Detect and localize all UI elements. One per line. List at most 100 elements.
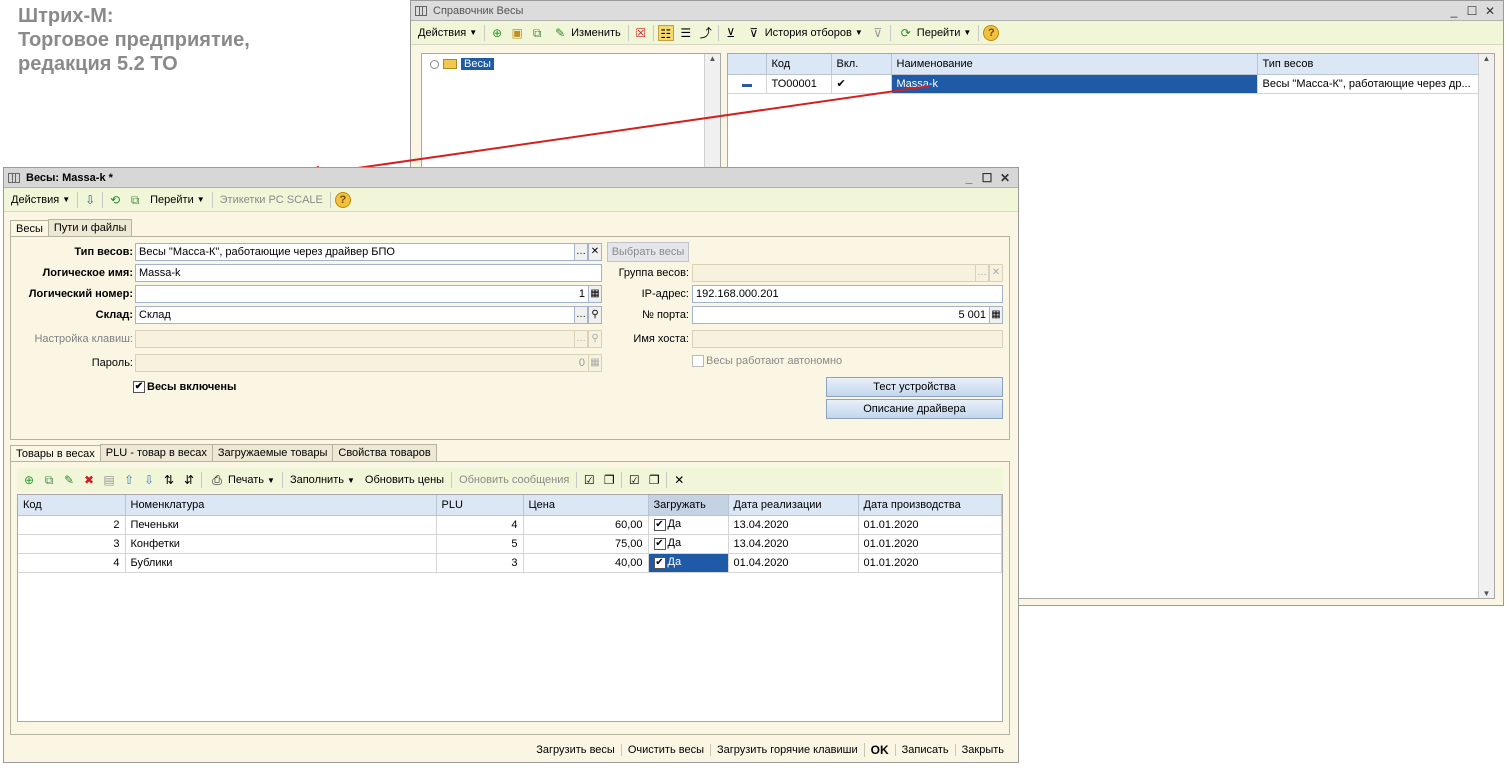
- pencil-icon[interactable]: ✎: [61, 472, 77, 488]
- cell-production-date[interactable]: 01.01.2020: [858, 534, 1002, 554]
- close-button[interactable]: Закрыть: [954, 744, 1010, 756]
- check-all-icon[interactable]: ☑: [581, 472, 597, 488]
- autonomous-checkbox[interactable]: Весы работают автономно: [692, 355, 842, 368]
- table-row[interactable]: 4 Бублики 3 40,00 ✔ Да 01.04.2020 01.01.2…: [18, 553, 1002, 573]
- cell-plu[interactable]: 5: [436, 534, 524, 554]
- cell-plu[interactable]: 3: [436, 553, 524, 573]
- ok-button[interactable]: OK: [863, 743, 895, 757]
- table-row[interactable]: 2 Печеньки 4 60,00 ✔ Да 13.04.2020 01.01.…: [18, 515, 1002, 535]
- catalog-history-button[interactable]: ⊽ История отборов ▼: [743, 23, 866, 43]
- warehouse-field[interactable]: Склад: [135, 306, 575, 324]
- scroll-down-icon[interactable]: ▼: [1479, 589, 1494, 598]
- password-field[interactable]: 0: [135, 354, 589, 372]
- type-field[interactable]: Весы "Масса-К", работающие через драйвер…: [135, 243, 575, 261]
- sort-asc-icon[interactable]: ⇅: [161, 472, 177, 488]
- select-dots-icon[interactable]: …: [574, 243, 588, 261]
- tab-scales[interactable]: Весы: [10, 220, 49, 237]
- table-row[interactable]: ТО00001 ✔ Massa-k Весы "Масса-К", работа…: [728, 74, 1494, 94]
- cell-name[interactable]: Конфетки: [125, 534, 437, 554]
- end-edit-icon[interactable]: ▤: [101, 472, 117, 488]
- col-enabled[interactable]: Вкл.: [831, 54, 892, 75]
- copy-icon[interactable]: ⧉: [529, 25, 545, 41]
- catalog-actions-button[interactable]: Действия ▼: [415, 23, 480, 43]
- reread-icon[interactable]: ⟲: [107, 192, 123, 208]
- logical-number-field[interactable]: 1: [135, 285, 589, 303]
- cell-sale-date[interactable]: 13.04.2020: [728, 534, 859, 554]
- driver-description-button[interactable]: Описание драйвера: [826, 399, 1003, 419]
- port-field[interactable]: 5 001: [692, 306, 990, 324]
- maximize-icon[interactable]: ☐: [1463, 4, 1481, 18]
- close-icon[interactable]: ✕: [671, 472, 687, 488]
- copy-icon[interactable]: ⧉: [127, 192, 143, 208]
- pc-scale-labels-button[interactable]: Этикетки PC SCALE: [217, 190, 326, 210]
- filter-value-icon[interactable]: ⊻: [723, 25, 739, 41]
- check-selected-icon[interactable]: ☑: [626, 472, 642, 488]
- close-icon[interactable]: ✕: [996, 171, 1014, 185]
- col-production-date[interactable]: Дата производства: [858, 495, 1002, 516]
- cell-name[interactable]: Печеньки: [125, 515, 437, 535]
- form-goto-button[interactable]: Перейти ▼: [147, 190, 208, 210]
- clear-icon[interactable]: ✕: [588, 243, 602, 261]
- cell-code[interactable]: ТО00001: [766, 74, 832, 94]
- ip-field[interactable]: 192.168.000.201: [692, 285, 1003, 303]
- col-type[interactable]: Тип весов: [1257, 54, 1494, 75]
- col-code[interactable]: Код: [766, 54, 832, 75]
- cell-price[interactable]: 40,00: [523, 553, 649, 573]
- fill-button[interactable]: Заполнить ▼: [287, 470, 358, 490]
- tab-paths[interactable]: Пути и файлы: [47, 219, 133, 236]
- cell-name[interactable]: Massa-k: [891, 74, 1258, 94]
- cell-load[interactable]: ✔ Да: [648, 515, 729, 535]
- catalog-edit-button[interactable]: ✎ Изменить: [549, 23, 624, 43]
- col-code[interactable]: Код: [18, 495, 126, 516]
- close-icon[interactable]: ✕: [1481, 4, 1499, 18]
- add-icon[interactable]: ⊕: [21, 472, 37, 488]
- load-hotkeys-button[interactable]: Загрузить горячие клавиши: [710, 744, 864, 756]
- update-prices-button[interactable]: Обновить цены: [362, 470, 447, 490]
- table-row[interactable]: 3 Конфетки 5 75,00 ✔ Да 13.04.2020 01.01.…: [18, 534, 1002, 554]
- level-up-icon[interactable]: ⤴: [698, 25, 714, 41]
- cell-production-date[interactable]: 01.01.2020: [858, 515, 1002, 535]
- cell-production-date[interactable]: 01.01.2020: [858, 553, 1002, 573]
- list-mode-icon[interactable]: ☰: [678, 25, 694, 41]
- hierarchy-icon[interactable]: ☷: [657, 24, 674, 41]
- add-icon[interactable]: ⊕: [489, 25, 505, 41]
- cell-code[interactable]: 2: [18, 515, 126, 535]
- sort-desc-icon[interactable]: ⇵: [181, 472, 197, 488]
- save-button[interactable]: Записать: [894, 744, 955, 756]
- cell-name[interactable]: Бублики: [125, 553, 437, 573]
- list-scrollbar[interactable]: ▲ ▼: [1478, 54, 1494, 598]
- scroll-up-icon[interactable]: ▲: [705, 54, 720, 63]
- minimize-icon[interactable]: _: [1445, 4, 1463, 18]
- calculator-icon[interactable]: ▦: [989, 306, 1003, 324]
- add-group-icon[interactable]: ▣: [509, 25, 525, 41]
- logical-name-field[interactable]: Massa-k: [135, 264, 602, 282]
- scroll-up-icon[interactable]: ▲: [1479, 54, 1494, 70]
- copy-icon[interactable]: ⧉: [41, 472, 57, 488]
- select-scales-button[interactable]: Выбрать весы: [607, 242, 689, 262]
- help-icon[interactable]: ?: [334, 191, 351, 208]
- cell-load[interactable]: ✔ Да: [648, 553, 729, 573]
- catalog-goto-button[interactable]: ⟳ Перейти ▼: [895, 23, 975, 43]
- delete-icon[interactable]: ✖: [81, 472, 97, 488]
- clear-scales-button[interactable]: Очистить весы: [620, 744, 710, 756]
- cell-sale-date[interactable]: 01.04.2020: [728, 553, 859, 573]
- tab-goods-properties[interactable]: Свойства товаров: [332, 444, 437, 461]
- uncheck-selected-icon[interactable]: ❐: [646, 472, 662, 488]
- cell-type[interactable]: Весы "Масса-К", работающие через др...: [1257, 74, 1494, 94]
- uncheck-all-icon[interactable]: ❐: [601, 472, 617, 488]
- cell-sale-date[interactable]: 13.04.2020: [728, 515, 859, 535]
- enabled-checkbox[interactable]: ✔ Весы включены: [133, 381, 236, 394]
- cell-code[interactable]: 3: [18, 534, 126, 554]
- help-icon[interactable]: ?: [983, 24, 1000, 41]
- col-sale-date[interactable]: Дата реализации: [728, 495, 859, 516]
- cell-enabled[interactable]: ✔: [831, 74, 892, 94]
- filter-off-icon[interactable]: ⊽: [870, 25, 886, 41]
- host-field[interactable]: [692, 330, 1003, 348]
- delete-mark-icon[interactable]: ☒: [633, 25, 649, 41]
- print-button[interactable]: ⎙ Печать ▼: [206, 470, 278, 490]
- move-up-icon[interactable]: ⇧: [121, 472, 137, 488]
- test-device-button[interactable]: Тест устройства: [826, 377, 1003, 397]
- tab-plu[interactable]: PLU - товар в весах: [99, 444, 213, 461]
- cell-price[interactable]: 75,00: [523, 534, 649, 554]
- tree-root-item[interactable]: Весы: [422, 54, 720, 74]
